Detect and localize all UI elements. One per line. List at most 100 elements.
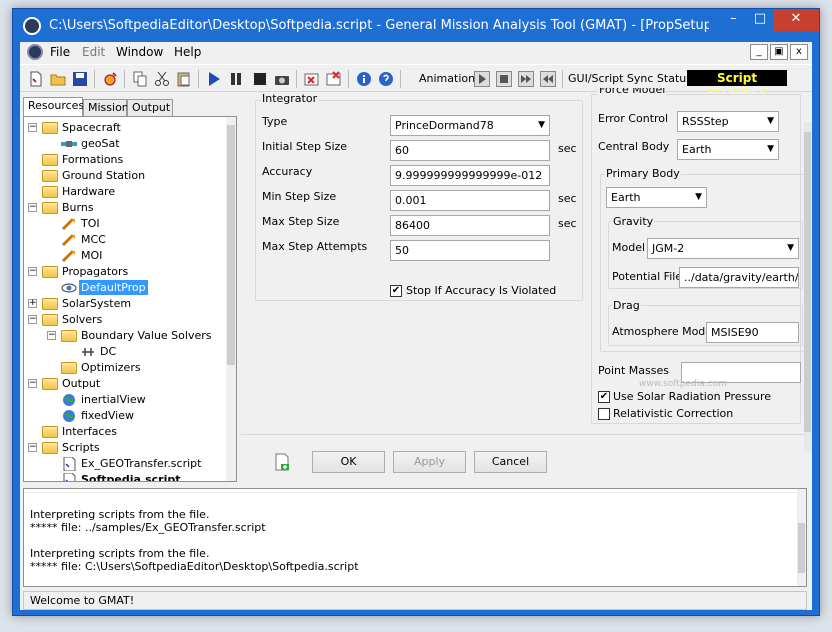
log-scrollbar[interactable]	[797, 489, 806, 586]
atmosphere-model-select[interactable]: MSISE90	[706, 322, 799, 343]
animation-slower-icon[interactable]	[540, 71, 556, 87]
primary-body-select[interactable]: Earth ▼	[606, 187, 707, 208]
scroll-thumb[interactable]	[227, 125, 235, 365]
chevron-down-icon: ▼	[538, 120, 545, 130]
tree-node-solvers[interactable]: − Solvers	[28, 312, 218, 328]
resource-tree[interactable]: − Spacecraft geoSat Formations Ground Sta…	[23, 116, 237, 482]
watermark: www.softpedia.com	[639, 379, 727, 389]
tree-node-inertialview[interactable]: inertialView	[28, 392, 218, 408]
max-step-input[interactable]: 86400	[390, 215, 550, 236]
menu-edit[interactable]: Edit	[82, 45, 105, 59]
mdi-restore-button[interactable]: ▣	[770, 44, 788, 60]
collapse-toggle[interactable]: −	[28, 379, 37, 388]
mdi-close-button[interactable]: x	[790, 44, 808, 60]
max-step-unit: sec	[558, 217, 577, 230]
tree-node-toi[interactable]: TOI	[28, 216, 218, 232]
tree-node-output[interactable]: − Output	[28, 376, 218, 392]
tree-node-ex-geotransfer-script[interactable]: Ex_GEOTransfer.script	[28, 456, 223, 472]
animation-stop-icon[interactable]	[496, 71, 512, 87]
minimize-button[interactable]: –	[720, 9, 747, 31]
tree-node-propagators[interactable]: − Propagators	[28, 264, 218, 280]
tree-node-scripts[interactable]: − Scripts	[28, 440, 218, 456]
collapse-toggle[interactable]: −	[47, 331, 56, 340]
menu-help[interactable]: Help	[174, 45, 201, 59]
collapse-toggle[interactable]: −	[28, 315, 37, 324]
integrator-type-select[interactable]: PrinceDormand78 ▼	[390, 115, 550, 136]
tree-node-geosat[interactable]: geoSat	[28, 136, 218, 152]
tree-node-fixedview[interactable]: fixedView	[28, 408, 218, 424]
error-control-select[interactable]: RSSStep ▼	[677, 111, 779, 132]
tree-node-defaultprop[interactable]: DefaultProp	[28, 280, 218, 296]
stop-if-violated-checkbox[interactable]: ✔	[390, 285, 402, 297]
tree-node-dc[interactable]: DC	[28, 344, 218, 360]
initial-step-input[interactable]: 60	[390, 140, 550, 161]
satellite-icon	[61, 137, 77, 151]
mdi-minimize-button[interactable]: _	[750, 44, 768, 60]
accuracy-input[interactable]: 9.999999999999999e-012	[390, 165, 550, 186]
close-button[interactable]: ✕	[773, 9, 819, 31]
tab-mission[interactable]: Mission	[83, 99, 129, 116]
tree-node-solarsystem[interactable]: + SolarSystem	[28, 296, 218, 312]
tab-output[interactable]: Output	[127, 99, 173, 116]
tree-node-formations[interactable]: Formations	[28, 152, 218, 168]
tab-resources[interactable]: Resources	[23, 97, 84, 117]
scroll-thumb[interactable]	[798, 523, 805, 573]
collapse-toggle[interactable]: −	[28, 267, 37, 276]
collapse-toggle[interactable]: −	[28, 123, 37, 132]
tree-node-boundary-value-solvers[interactable]: − Boundary Value Solvers	[28, 328, 228, 344]
cancel-button[interactable]: Cancel	[474, 451, 547, 473]
open-icon[interactable]	[50, 71, 66, 87]
gravity-model-select[interactable]: JGM-2 ▼	[647, 238, 799, 259]
expand-toggle[interactable]: +	[28, 299, 37, 308]
copy-icon[interactable]	[132, 71, 148, 87]
toolbar-separator	[400, 70, 401, 88]
tree-node-ground-station[interactable]: Ground Station	[28, 168, 218, 184]
tree-node-hardware[interactable]: Hardware	[28, 184, 218, 200]
menu-window[interactable]: Window	[116, 45, 163, 59]
tree-node-moi[interactable]: MOI	[28, 248, 218, 264]
solar-radiation-pressure-checkbox[interactable]: ✔	[598, 391, 610, 403]
window-title: C:\Users\SoftpediaEditor\Desktop\Softped…	[49, 18, 709, 33]
central-body-select[interactable]: Earth ▼	[677, 139, 779, 160]
tree-node-burns[interactable]: − Burns	[28, 200, 218, 216]
tree-node-spacecraft[interactable]: − Spacecraft	[28, 120, 218, 136]
animation-faster-icon[interactable]	[518, 71, 534, 87]
screenshot-icon[interactable]	[274, 71, 290, 87]
menu-file[interactable]: File	[50, 45, 70, 59]
save-icon[interactable]	[72, 71, 88, 87]
max-attempts-input[interactable]: 50	[390, 240, 550, 261]
tree-node-mcc[interactable]: MCC	[28, 232, 218, 248]
help-icon[interactable]	[378, 71, 394, 87]
new-document-icon[interactable]	[273, 453, 291, 471]
stop-icon[interactable]	[252, 71, 268, 87]
initial-step-unit: sec	[558, 142, 577, 155]
info-icon[interactable]	[356, 71, 372, 87]
tree-label-selected: DefaultProp	[79, 280, 148, 295]
new-script-icon[interactable]	[28, 71, 44, 87]
tree-node-optimizers[interactable]: Optimizers	[28, 360, 218, 376]
ok-button[interactable]: OK	[312, 451, 385, 473]
potential-file-input[interactable]: ../data/gravity/earth/J	[679, 267, 799, 288]
gmat-menu-icon[interactable]	[27, 44, 43, 60]
paste-icon[interactable]	[176, 71, 192, 87]
tree-node-softpedia-script[interactable]: Softpedia.script	[28, 472, 223, 481]
min-step-input[interactable]: 0.001	[390, 190, 550, 211]
close-all-icon[interactable]	[326, 71, 342, 87]
message-log[interactable]: Interpreting scripts from the file. ****…	[23, 488, 807, 587]
collapse-toggle[interactable]: −	[28, 203, 37, 212]
pause-icon[interactable]	[228, 71, 244, 87]
scroll-thumb[interactable]	[804, 132, 811, 432]
tree-node-interfaces[interactable]: Interfaces	[28, 424, 218, 440]
options-icon[interactable]	[102, 71, 118, 87]
maximize-button[interactable]: □	[747, 9, 773, 31]
panel-scrollbar[interactable]	[804, 122, 812, 452]
title-bar[interactable]: C:\Users\SoftpediaEditor\Desktop\Softped…	[13, 9, 819, 43]
tree-scrollbar[interactable]	[226, 117, 236, 481]
run-icon[interactable]	[206, 71, 222, 87]
animation-play-icon[interactable]	[474, 71, 490, 87]
close-children-icon[interactable]	[304, 71, 320, 87]
apply-button[interactable]: Apply	[393, 451, 466, 473]
cut-icon[interactable]	[154, 71, 170, 87]
collapse-toggle[interactable]: −	[28, 443, 37, 452]
relativistic-correction-checkbox[interactable]	[598, 408, 610, 420]
